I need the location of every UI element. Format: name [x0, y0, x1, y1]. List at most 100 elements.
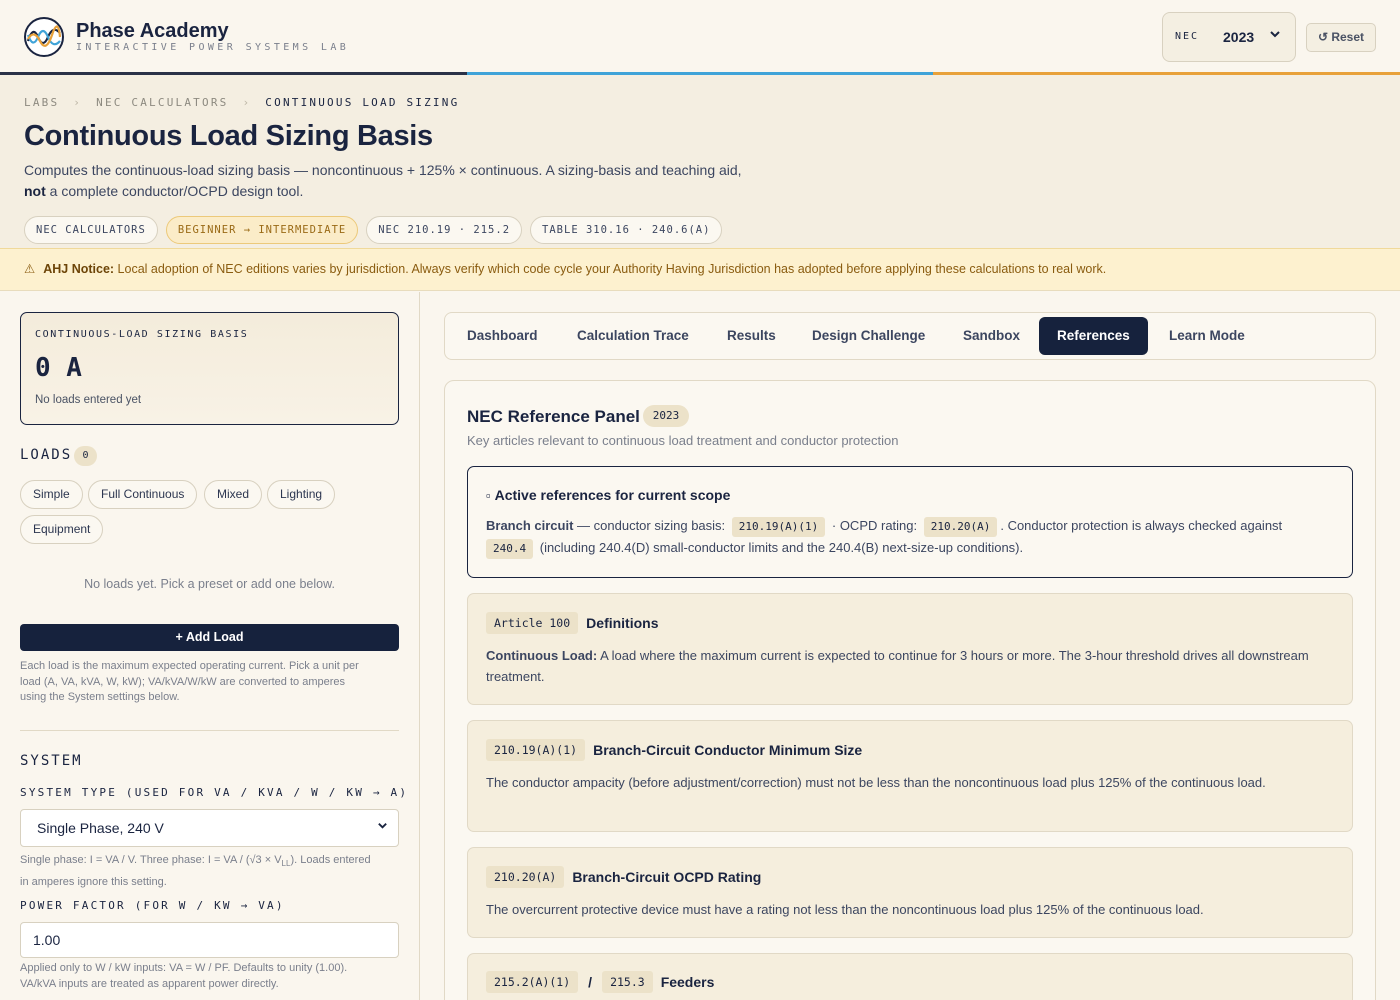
system-heading: SYSTEM	[20, 753, 83, 769]
tab-references[interactable]: References	[1039, 317, 1148, 355]
page-title: Continuous Load Sizing Basis	[24, 120, 433, 152]
tab-results[interactable]: Results	[709, 317, 794, 355]
nec-edition-value: 2023	[1223, 29, 1255, 45]
breadcrumb-current: CONTINUOUS LOAD SIZING	[265, 96, 460, 109]
page-hero: LABS › NEC CALCULATORS › CONTINUOUS LOAD SIZ…	[0, 75, 1400, 248]
active-references-icon: ▫	[486, 487, 491, 503]
add-load-help: Each load is the maximum expected operat…	[20, 659, 399, 706]
sizing-basis-value: 0 A	[35, 353, 82, 383]
breadcrumb-labs[interactable]: LABS	[24, 96, 59, 109]
power-factor-help: Applied only to W / kW inputs: VA = W / …	[20, 961, 399, 992]
reference-text: The overcurrent protective device must h…	[486, 902, 1204, 917]
tag-nec-calculators[interactable]: NEC CALCULATORS	[24, 216, 158, 244]
tab-learn-mode[interactable]: Learn Mode	[1151, 317, 1263, 355]
reference-header: 215.2(A)(1) / 215.3 Feeders	[486, 971, 714, 993]
add-load-help-line: Each load is the maximum expected operat…	[20, 660, 359, 672]
active-references-card: ▫ Active references for current scope Br…	[467, 466, 1353, 578]
power-factor-input[interactable]: 1.00	[20, 922, 399, 958]
reference-header: 210.19(A)(1) Branch-Circuit Conductor Mi…	[486, 739, 862, 761]
reference-code: Article 100	[486, 612, 579, 634]
reference-body: Continuous Load: A load where the maximu…	[486, 645, 1334, 687]
preset-full-continuous-button[interactable]: Full Continuous	[88, 480, 198, 509]
panel-title: NEC Reference Panel	[467, 407, 640, 426]
tab-calculation-trace[interactable]: Calculation Trace	[559, 317, 707, 355]
preset-equipment-button[interactable]: Equipment	[20, 515, 104, 544]
system-type-select[interactable]: Single Phase, 240 V	[20, 809, 399, 847]
chevron-down-icon	[1269, 28, 1281, 43]
reference-card: 210.20(A) Branch-Circuit OCPD Rating The…	[467, 847, 1353, 938]
loads-count-badge: 0	[74, 446, 97, 466]
breadcrumb: LABS › NEC CALCULATORS › CONTINUOUS LOAD SIZ…	[24, 96, 459, 109]
app-title: Phase Academy	[76, 20, 229, 42]
loads-empty-message: No loads yet. Pick a preset or add one b…	[84, 577, 335, 591]
reference-text: A load where the maximum current is expe…	[486, 648, 1309, 684]
reference-code: 210.19(A)(1)	[486, 739, 586, 761]
sidebar-divider	[20, 730, 399, 731]
add-load-help-line: using the System settings below.	[20, 691, 180, 703]
power-factor-label: POWER FACTOR (FOR W / KW → VA)	[20, 899, 285, 912]
power-factor-help-line: VA/kVA inputs are treated as apparent po…	[20, 977, 279, 990]
tab-sandbox[interactable]: Sandbox	[945, 317, 1038, 355]
active-references-text: . Conductor protection is always checked…	[1000, 518, 1283, 533]
preset-simple-button[interactable]: Simple	[20, 480, 83, 509]
reference-card: 210.19(A)(1) Branch-Circuit Conductor Mi…	[467, 720, 1353, 832]
loads-heading: LOADS	[20, 447, 73, 463]
chevron-down-icon	[377, 810, 388, 846]
reference-code: 215.2(A)(1)	[486, 971, 579, 993]
tab-design-challenge[interactable]: Design Challenge	[794, 317, 943, 355]
system-type-label: SYSTEM TYPE (USED FOR VA / KVA / W / KW …	[20, 786, 409, 799]
reference-title: Definitions	[586, 615, 659, 631]
tag-tables: TABLE 310.16 · 240.6(A)	[530, 216, 723, 244]
reference-code-separator: /	[588, 974, 593, 990]
code-ref-240-4[interactable]: 240.4	[486, 539, 534, 559]
tag-nec-articles: NEC 210.19 · 215.2	[366, 216, 523, 244]
system-type-value: Single Phase, 240 V	[37, 820, 164, 836]
tag-list: NEC CALCULATORS BEGINNER → INTERMEDIATE …	[24, 216, 723, 244]
system-type-help: Single phase: I = VA / V. Three phase: I…	[20, 851, 399, 891]
sidebar: CONTINUOUS-LOAD SIZING BASIS 0 A No load…	[0, 292, 420, 1000]
code-ref-210-19[interactable]: 210.19(A)(1)	[731, 517, 826, 537]
tag-difficulty: BEGINNER → INTERMEDIATE	[165, 216, 359, 244]
preset-mixed-button[interactable]: Mixed	[204, 480, 263, 509]
nec-edition-select[interactable]: NEC 2023	[1162, 12, 1296, 62]
main-tabs: Dashboard Calculation Trace Results Desi…	[444, 312, 1376, 360]
sizing-basis-caption: CONTINUOUS-LOAD SIZING BASIS	[35, 329, 249, 340]
active-references-text: · OCPD rating:	[828, 518, 921, 533]
warning-icon: ⚠	[24, 262, 36, 276]
app-header: Phase Academy INTERACTIVE POWER SYSTEMS …	[0, 0, 1400, 72]
active-references-text: — conductor sizing basis:	[573, 518, 729, 533]
reference-card-feeders: 215.2(A)(1) / 215.3 Feeders	[467, 953, 1353, 1000]
active-references-header: ▫ Active references for current scope	[486, 487, 730, 503]
active-references-title: Active references for current scope	[494, 487, 731, 503]
active-references-lead: Branch circuit	[486, 518, 574, 533]
reference-title: Branch-Circuit OCPD Rating	[572, 869, 762, 885]
phase-academy-logo-icon	[24, 17, 64, 57]
sizing-basis-note: No loads entered yet	[35, 394, 142, 406]
reference-lead: Continuous Load:	[486, 648, 598, 663]
power-factor-help-line: Applied only to W / kW inputs: VA = W / …	[20, 962, 348, 974]
code-ref-210-20[interactable]: 210.20(A)	[923, 517, 998, 537]
ahj-notice-text: Local adoption of NEC editions varies by…	[114, 262, 1107, 276]
nec-edition-label: NEC	[1175, 31, 1200, 42]
ahj-notice-banner: ⚠ AHJ Notice: Local adoption of NEC editi…	[0, 248, 1400, 291]
sizing-basis-card: CONTINUOUS-LOAD SIZING BASIS 0 A No load…	[20, 312, 399, 425]
breadcrumb-separator: ›	[242, 96, 252, 109]
reset-button[interactable]: ↺ Reset	[1306, 23, 1376, 52]
system-type-help-text: Single phase: I = VA / V. Three phase: I…	[20, 854, 282, 866]
page-description-line1: Computes the continuous-load sizing basi…	[24, 162, 742, 178]
add-load-help-line: load (A, VA, kVA, W, kW); VA/kVA/W/kW ar…	[20, 675, 345, 688]
reference-header: Article 100 Definitions	[486, 612, 659, 634]
preset-lighting-button[interactable]: Lighting	[267, 480, 336, 509]
system-type-help-text: in amperes ignore this setting.	[20, 876, 167, 889]
page-description-line2: a complete conductor/OCPD design tool.	[45, 183, 304, 199]
breadcrumb-nec-calculators[interactable]: NEC CALCULATORS	[96, 96, 228, 109]
panel-subtitle: Key articles relevant to continuous load…	[467, 433, 899, 448]
reference-title: Branch-Circuit Conductor Minimum Size	[593, 742, 863, 758]
active-references-text: (including 240.4(D) small-conductor limi…	[536, 540, 1024, 555]
breadcrumb-separator: ›	[73, 96, 83, 109]
reference-body: The overcurrent protective device must h…	[486, 899, 1334, 920]
ahj-notice-label: AHJ Notice:	[43, 262, 115, 276]
add-load-button[interactable]: + Add Load	[20, 624, 399, 651]
reference-header: 210.20(A) Branch-Circuit OCPD Rating	[486, 866, 761, 888]
tab-dashboard[interactable]: Dashboard	[449, 317, 556, 355]
